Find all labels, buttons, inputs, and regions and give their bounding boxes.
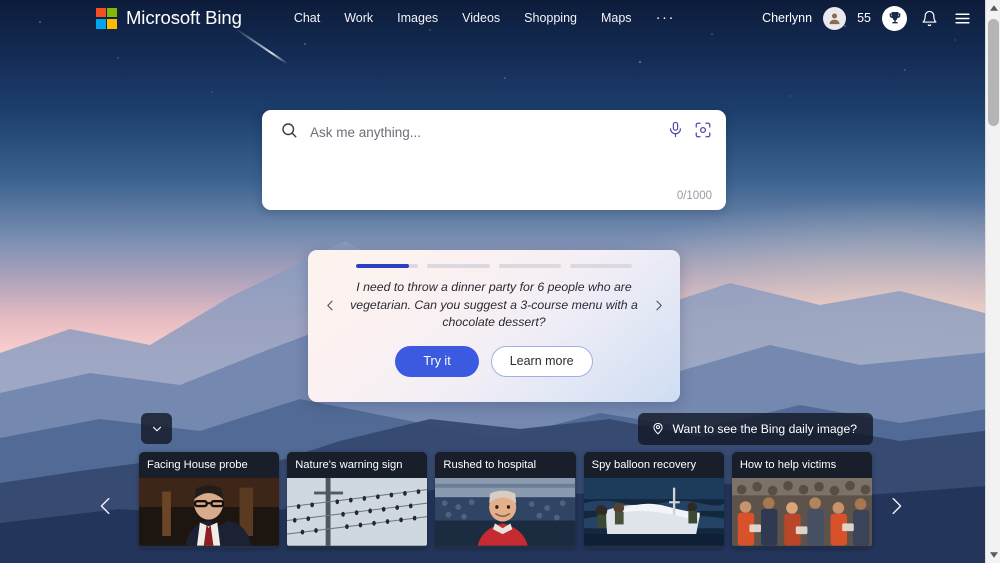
nav-item-shopping[interactable]: Shopping [524,11,577,25]
news-card-title: Facing House probe [139,452,280,478]
bing-homepage: Microsoft Bing Chat Work Images Videos S… [0,0,1000,563]
nav-item-work[interactable]: Work [344,11,373,25]
progress-segment-2[interactable] [427,264,490,268]
progress-segment-1[interactable] [356,264,419,268]
search-box: 0/1000 [262,110,726,210]
microphone-icon[interactable] [667,121,684,143]
learn-more-button[interactable]: Learn more [490,345,593,377]
carousel-prev-button[interactable] [86,486,126,526]
news-card-title: Spy balloon recovery [583,452,724,478]
news-card[interactable]: Spy balloon recovery [583,452,724,548]
person-avatar-icon[interactable] [823,6,847,30]
page-scrollbar[interactable] [985,0,1000,563]
nav-item-maps[interactable]: Maps [601,11,632,25]
suggestion-prompt-text: I need to throw a dinner party for 6 peo… [350,280,638,330]
nav-item-videos[interactable]: Videos [462,11,500,25]
search-icon [280,121,298,144]
progress-segment-4[interactable] [569,264,632,268]
daily-image-label: Want to see the Bing daily image? [672,422,858,436]
news-card-image [731,478,872,546]
search-action-icons [667,121,712,144]
scroll-down-arrow-icon[interactable] [986,547,1000,563]
news-card-image [583,478,724,546]
suggestion-actions: Try it Learn more [308,345,680,377]
news-carousel: Facing House probe Nature's warning sign [139,452,873,548]
collapse-feed-button[interactable] [141,413,172,444]
prompt-suggestion-card: I need to throw a dinner party for 6 peo… [308,250,680,402]
news-card-image [287,478,428,546]
character-counter: 0/1000 [676,190,712,202]
carousel-next-button[interactable] [876,486,916,526]
news-card[interactable]: Facing House probe [139,452,280,548]
search-input[interactable] [310,124,667,140]
nav-item-images[interactable]: Images [397,11,438,25]
news-card[interactable]: Nature's warning sign [287,452,428,548]
search-input-row [262,110,726,154]
scrollbar-thumb[interactable] [988,19,999,126]
news-card[interactable]: How to help victims [731,452,873,548]
user-name-label: Cherlynn [762,11,813,25]
bell-icon[interactable] [918,7,940,29]
suggestion-prev-button[interactable] [316,299,344,312]
news-card-title: Nature's warning sign [287,452,428,478]
news-card-image [435,478,576,546]
news-card-title: How to help victims [731,452,873,478]
progress-segment-3[interactable] [498,264,561,268]
hamburger-menu-icon[interactable] [951,7,973,29]
suggestion-body: I need to throw a dinner party for 6 peo… [308,268,680,344]
news-card-title: Rushed to hospital [435,452,576,478]
nav-item-chat[interactable]: Chat [294,11,320,25]
top-navigation-bar: Microsoft Bing Chat Work Images Videos S… [0,0,985,36]
bing-brand-logo[interactable]: Microsoft Bing [96,7,242,29]
try-it-button[interactable]: Try it [395,345,479,377]
bing-daily-image-button[interactable]: Want to see the Bing daily image? [637,413,873,445]
nav-more-button[interactable]: ··· [656,10,676,25]
main-nav: Chat Work Images Videos Shopping Maps ··… [294,10,676,25]
carousel-progress-indicator [308,250,680,268]
suggestion-next-button[interactable] [644,299,672,312]
header-user-area: Cherlynn 55 [762,5,973,31]
rewards-points-label: 55 [857,11,871,25]
location-pin-icon [651,421,665,438]
trophy-icon[interactable] [882,5,907,31]
visual-search-camera-icon[interactable] [694,121,712,144]
news-card[interactable]: Rushed to hospital [435,452,576,548]
microsoft-logo-icon [96,7,117,29]
brand-name-label: Microsoft Bing [126,7,242,28]
news-card-image [139,478,280,546]
scroll-up-arrow-icon[interactable] [986,0,1000,16]
